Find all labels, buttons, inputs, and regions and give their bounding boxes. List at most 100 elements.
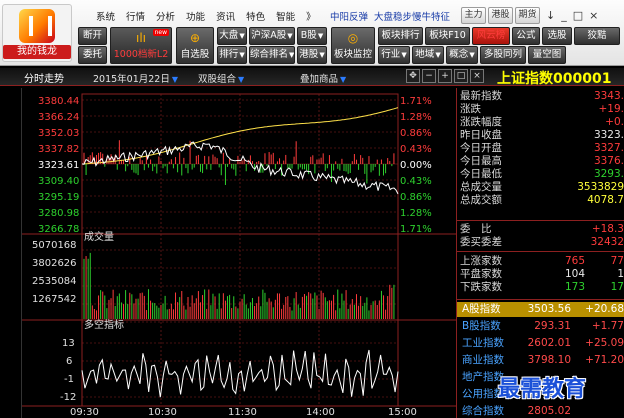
menu-smart[interactable]: 智能 <box>276 12 295 23</box>
price-tick: 3323.61 <box>38 160 79 171</box>
menu-system[interactable]: 系统 <box>96 12 115 23</box>
index-row[interactable]: A股指数 3503.56 +20.68 <box>457 302 624 317</box>
menu-features[interactable]: 特色 <box>246 12 265 23</box>
menu-news[interactable]: 资讯 <box>216 12 235 23</box>
indicator-tick: 6 <box>66 356 72 367</box>
minimize-icon[interactable]: _ <box>561 9 567 22</box>
maximize-icon[interactable]: □ <box>573 9 583 22</box>
percent-tick: 1.71% <box>400 96 432 107</box>
news-link-2[interactable]: 大盘稳步慢牛特征 <box>374 12 450 23</box>
quote-row: 上涨家数 765 77 <box>457 255 624 267</box>
news-link-1[interactable]: 中阳反弹 <box>330 12 368 23</box>
ranking-dropdown[interactable]: 排行▼ <box>217 46 247 64</box>
quote-value: 3343. <box>593 90 624 102</box>
multi-stock-button[interactable]: 多股同列 <box>480 46 526 64</box>
volume-space-button[interactable]: 量空图 <box>528 46 566 64</box>
watchlist-button[interactable]: ⊕ 自选股 <box>176 27 214 64</box>
intraday-chart-area[interactable]: 3380.44 3366.24 3352.03 3337.82 3323.61 … <box>22 88 456 418</box>
percent-tick: 0.86% <box>400 192 432 203</box>
region-dropdown[interactable]: 地域▼ <box>412 46 444 64</box>
quote-row: 委买委差 32432 <box>457 236 624 248</box>
percent-tick: 0.00% <box>400 160 432 171</box>
price-diff-bars <box>83 140 395 186</box>
volume-tick: 1267542 <box>32 294 77 305</box>
quote-row: 今日最高 3376. <box>457 155 624 167</box>
sector-monitor-button[interactable]: ◎ 板块监控 <box>331 27 375 64</box>
index-row[interactable]: 商业指数 3798.10 +71.20 <box>457 353 624 368</box>
menu-functions[interactable]: 功能 <box>186 12 205 23</box>
indicator-tick: -1 <box>64 374 74 385</box>
tab-intraday[interactable]: 分时走势 <box>24 70 64 85</box>
quote-row: 涨跌幅度 +0. <box>457 116 624 128</box>
tab-futures[interactable]: 期货 <box>515 7 540 24</box>
chevron-down-icon: ▼ <box>340 75 347 84</box>
dual-stock-dropdown[interactable]: 双股组合 ▼ <box>198 71 244 85</box>
new-badge: new <box>152 29 169 36</box>
fengyun-list-button[interactable]: 风云榜 <box>472 27 510 45</box>
price-tick: 3380.44 <box>38 96 79 107</box>
industry-label: 行业 <box>381 49 401 60</box>
index-change: +20.68 <box>585 303 624 315</box>
zoom-out-icon[interactable]: − <box>422 69 436 83</box>
quote-value: 3376. <box>593 155 624 167</box>
a-shares-dropdown[interactable]: 沪深A股▼ <box>249 27 295 45</box>
quote-row: 今日开盘 3327. <box>457 142 624 154</box>
chevron-down-icon: ▼ <box>289 51 295 59</box>
overlay-dropdown[interactable]: 叠加商品 ▼ <box>300 71 346 85</box>
quote-mid-value: 173 <box>564 281 585 293</box>
quote-row: 今日最低 3293. <box>457 168 624 180</box>
quote-row: 最新指数 3343. <box>457 90 624 102</box>
price-tick: 3280.98 <box>38 208 79 219</box>
move-icon[interactable]: ✥ <box>406 69 420 83</box>
index-label: 商业指数 <box>462 354 504 366</box>
top-toolbar: 我的钱龙 系统 行情 分析 功能 资讯 特色 智能》 中阳反弹 大盘稳步慢牛特征 主力 港股 … <box>0 0 624 66</box>
index-value: 3503.56 <box>527 303 571 315</box>
sector-ranking-button[interactable]: 板块排行 <box>378 27 423 45</box>
tab-hk-stocks[interactable]: 港股 <box>488 7 513 24</box>
chevron-down-icon: ▼ <box>319 51 325 59</box>
menu-analysis[interactable]: 分析 <box>156 12 175 23</box>
percent-tick: 0.43% <box>400 144 432 155</box>
close-icon[interactable]: × <box>589 9 598 22</box>
restore-icon[interactable]: □ <box>454 69 468 83</box>
disconnect-button[interactable]: 断开 <box>78 27 107 45</box>
index-row[interactable]: 综合指数 2805.02 <box>457 404 624 418</box>
add-watchlist-icon: ⊕ <box>189 31 201 45</box>
window-controls: ↓ _ □ × <box>546 9 598 22</box>
stock-picker-button[interactable]: 选股 <box>542 27 572 45</box>
dropdown-icon[interactable]: ↓ <box>546 9 555 22</box>
special-button[interactable]: 狡黠 <box>574 27 620 45</box>
industry-dropdown[interactable]: 行业▼ <box>378 46 410 64</box>
my-qianlong-logo-button[interactable]: 我的钱龙 <box>2 4 72 62</box>
menu-quotes[interactable]: 行情 <box>126 12 145 23</box>
composite-ranking-dropdown[interactable]: 综合排名▼ <box>249 46 295 64</box>
index-row[interactable]: 工业指数 2602.01 +25.09 <box>457 336 624 351</box>
l2-1000-level-button[interactable]: ılı 1000档新L2 new <box>110 27 172 64</box>
market-dropdown[interactable]: 大盘▼ <box>217 27 247 45</box>
chevron-down-icon: ▼ <box>469 51 475 59</box>
concept-dropdown[interactable]: 概念▼ <box>446 46 478 64</box>
price-tick: 3366.24 <box>38 112 79 123</box>
quote-value: 17 <box>610 281 624 293</box>
divider <box>457 299 624 300</box>
index-label: 工业指数 <box>462 337 504 349</box>
sector-f10-button[interactable]: 板块F10 <box>425 27 470 45</box>
date-selector[interactable]: 2015年01月22日 ▼ <box>93 71 178 85</box>
index-label: 综合指数 <box>462 405 504 417</box>
formula-button[interactable]: 公式 <box>512 27 540 45</box>
volume-axis: 成交量 5070168 3802626 2535084 1267542 <box>32 230 114 305</box>
monitor-icon: ◎ <box>347 31 359 45</box>
intraday-chart[interactable]: 3380.44 3366.24 3352.03 3337.82 3323.61 … <box>22 88 456 418</box>
chevron-down-icon: ▼ <box>239 51 245 59</box>
order-button[interactable]: 委托 <box>78 46 107 64</box>
b-shares-dropdown[interactable]: B股▼ <box>297 27 327 45</box>
close-icon[interactable]: × <box>470 69 484 83</box>
menu-more[interactable]: 》 <box>306 12 316 23</box>
tab-main-force[interactable]: 主力 <box>461 7 486 24</box>
hk-dropdown[interactable]: 港股▼ <box>297 46 327 64</box>
chevron-down-icon: ▼ <box>317 32 324 40</box>
zoom-in-icon[interactable]: + <box>438 69 452 83</box>
index-row[interactable]: B股指数 293.31 +1.77 <box>457 319 624 334</box>
index-change: +25.09 <box>585 337 624 349</box>
sector-monitor-label: 板块监控 <box>333 49 372 60</box>
